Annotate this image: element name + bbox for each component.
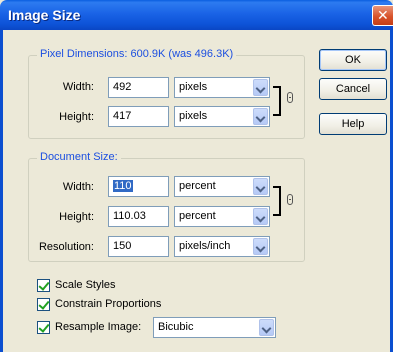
window-frame-left [0, 30, 3, 352]
ok-button[interactable]: OK [319, 49, 387, 71]
chevron-down-icon[interactable] [259, 319, 274, 336]
document-width-label: Width: [62, 181, 94, 193]
pixel-dimensions-label: Pixel Dimensions: [40, 48, 128, 60]
close-button[interactable]: ✕ [372, 5, 393, 26]
help-button[interactable]: Help [319, 113, 387, 135]
scale-styles-checkbox[interactable] [37, 279, 50, 292]
pixel-width-input[interactable]: 492 [108, 77, 169, 98]
pixel-width-unit-select[interactable]: pixels [174, 77, 270, 98]
document-height-unit-select[interactable]: percent [174, 206, 270, 227]
chevron-down-icon[interactable] [253, 208, 268, 225]
resample-image-checkbox[interactable] [37, 321, 50, 334]
chevron-down-icon[interactable] [253, 108, 268, 125]
document-size-legend: Document Size: [37, 151, 121, 163]
pixel-height-label: Height: [59, 111, 94, 123]
constrain-bracket [273, 86, 281, 116]
pixel-height-input[interactable]: 417 [108, 106, 169, 127]
resolution-input[interactable]: 150 [108, 236, 169, 257]
constrain-proportions-label[interactable]: Constrain Proportions [55, 298, 161, 310]
document-constrain-bracket [273, 186, 281, 216]
resample-image-label[interactable]: Resample Image: [55, 321, 141, 333]
pixel-dimensions-legend: Pixel Dimensions: 600.9K (was 496.3K) [37, 48, 237, 60]
chevron-down-icon[interactable] [253, 79, 268, 96]
window-title: Image Size [8, 7, 81, 23]
document-height-input[interactable]: 110.03 [108, 206, 169, 227]
document-height-label: Height: [59, 211, 94, 223]
resolution-label: Resolution: [38, 241, 94, 253]
document-width-unit-select[interactable]: percent [174, 176, 270, 197]
constrain-proportions-checkbox[interactable] [37, 298, 50, 311]
close-icon: ✕ [377, 7, 389, 23]
chain-link-icon [287, 92, 293, 103]
pixel-dimensions-summary: 600.9K (was 496.3K) [130, 48, 234, 60]
resolution-unit-select[interactable]: pixels/inch [174, 236, 270, 257]
pixel-width-label: Width: [62, 81, 94, 93]
chain-link-icon [287, 194, 293, 205]
resample-method-select[interactable]: Bicubic [153, 317, 276, 338]
chevron-down-icon[interactable] [253, 238, 268, 255]
pixel-height-unit-select[interactable]: pixels [174, 106, 270, 127]
title-bar[interactable]: Image Size ✕ [0, 0, 393, 30]
scale-styles-label[interactable]: Scale Styles [55, 279, 116, 291]
cancel-button[interactable]: Cancel [319, 78, 387, 100]
document-width-input[interactable]: 110 [108, 176, 169, 197]
chevron-down-icon[interactable] [253, 178, 268, 195]
